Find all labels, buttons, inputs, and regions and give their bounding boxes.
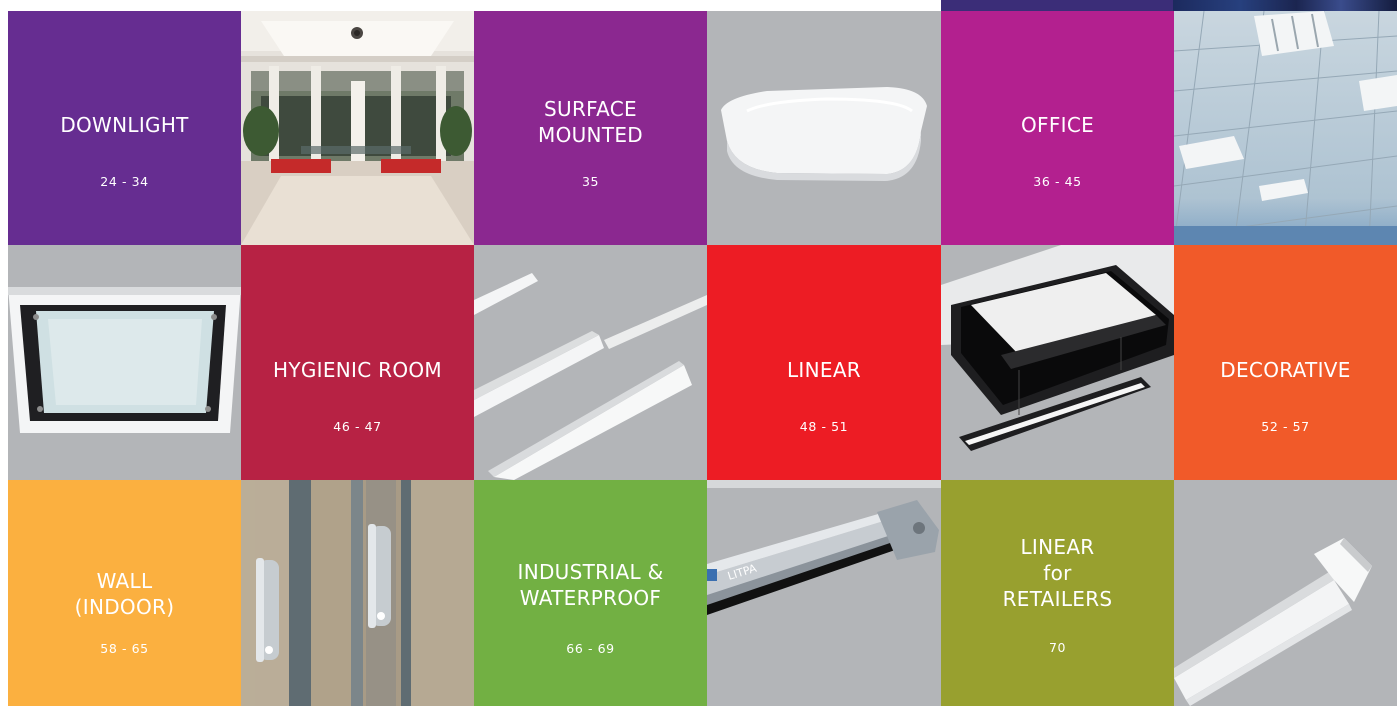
category-pages: 24 - 34: [100, 174, 149, 189]
category-tile-wall-indoor[interactable]: WALL (INDOOR) 58 - 65: [8, 480, 241, 706]
category-title: DECORATIVE: [1220, 358, 1351, 382]
category-pages: 36 - 45: [1033, 174, 1082, 189]
recessed-square-panel-photo[interactable]: [8, 245, 241, 480]
category-tile-surface-mounted[interactable]: SURFACE MOUNTED 35: [474, 11, 707, 245]
wall-up-down-lights-photo[interactable]: [241, 480, 474, 706]
category-title: OFFICE: [1020, 113, 1095, 137]
category-tile-office[interactable]: OFFICE 36 - 45: [941, 11, 1174, 245]
category-title: WALL (INDOOR): [74, 569, 175, 619]
category-pages: 70: [1048, 640, 1067, 655]
linear-recessed-profiles-photo[interactable]: [474, 245, 707, 480]
category-title: LINEAR for RETAILERS: [1002, 535, 1113, 611]
square-ceiling-light-photo[interactable]: [707, 11, 941, 245]
category-title: HYGIENIC ROOM: [272, 358, 442, 382]
previous-row-photo-edge: [1173, 0, 1397, 11]
top-strip: [0, 0, 1397, 11]
mall-lobby-photo[interactable]: [241, 11, 474, 245]
waterproof-batten-luminaire-photo[interactable]: LITPA: [707, 480, 941, 706]
category-tile-hygienic-room[interactable]: HYGIENIC ROOM 46 - 47: [241, 245, 474, 480]
category-title: DOWNLIGHT: [60, 113, 189, 137]
category-title: INDUSTRIAL & WATERPROOF: [517, 560, 664, 610]
category-tile-linear-for-retailers[interactable]: LINEAR for RETAILERS 70: [941, 480, 1174, 706]
category-tile-downlight[interactable]: DOWNLIGHT 24 - 34: [8, 11, 241, 245]
category-pages: 66 - 69: [566, 641, 615, 656]
previous-row-tile-edge: [941, 0, 1173, 11]
category-pages: 48 - 51: [799, 419, 849, 434]
category-pages: 58 - 65: [100, 641, 149, 656]
category-pages: 46 - 47: [333, 419, 382, 434]
category-pages: 52 - 57: [1261, 419, 1310, 434]
category-tile-decorative[interactable]: DECORATIVE 52 - 57: [1174, 245, 1397, 480]
suspended-linear-luminaires-photo[interactable]: [941, 245, 1174, 480]
category-title: SURFACE MOUNTED: [538, 97, 643, 147]
category-tile-linear[interactable]: LINEAR 48 - 51: [707, 245, 941, 480]
retail-linear-luminaire-photo[interactable]: [1174, 480, 1397, 706]
office-ceiling-troffers-photo[interactable]: [1174, 11, 1397, 245]
category-title: LINEAR: [786, 358, 862, 382]
category-tile-industrial-waterproof[interactable]: INDUSTRIAL & WATERPROOF 66 - 69: [474, 480, 707, 706]
category-pages: 35: [581, 174, 600, 189]
catalog-category-grid: DOWNLIGHT 24 - 34 SURFACE MOUNTED 35 OFF…: [8, 11, 1397, 706]
